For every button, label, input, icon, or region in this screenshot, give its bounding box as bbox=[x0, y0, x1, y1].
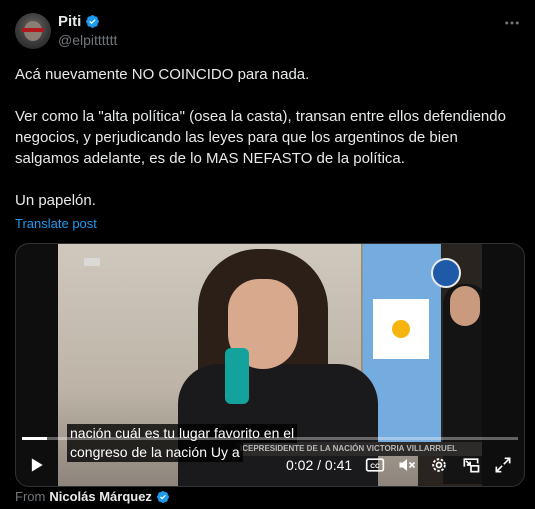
microphone-image bbox=[225, 348, 249, 404]
mute-icon[interactable] bbox=[397, 455, 417, 475]
progress-bar[interactable] bbox=[22, 437, 518, 440]
from-label: From bbox=[15, 489, 46, 504]
author-name-row: Piti bbox=[58, 13, 100, 30]
from-author-name[interactable]: Nicolás Márquez bbox=[49, 489, 152, 504]
video-time: 0:02 / 0:41 bbox=[286, 457, 353, 473]
video-controls: 0:02 / 0:41 CC bbox=[16, 450, 524, 480]
progress-fill bbox=[22, 437, 47, 440]
post-text: Acá nuevamente NO COINCIDO para nada. Ve… bbox=[15, 66, 506, 209]
verified-badge-icon bbox=[86, 15, 100, 28]
captions-icon[interactable]: CC bbox=[365, 455, 385, 475]
video-player[interactable]: ICEPRESIDENTE DE LA NACIÓN VICTORIA VILL… bbox=[15, 243, 525, 487]
verified-badge-icon bbox=[156, 490, 169, 503]
senado-logo bbox=[431, 258, 461, 288]
svg-text:CC: CC bbox=[370, 463, 380, 470]
from-attribution: From Nicolás Márquez bbox=[15, 489, 170, 504]
pip-icon[interactable] bbox=[461, 455, 481, 475]
play-icon[interactable] bbox=[26, 455, 46, 475]
caption-line-1: nación cuál es tu lugar favorito en el bbox=[67, 424, 298, 443]
translate-post-link[interactable]: Translate post bbox=[15, 216, 97, 231]
settings-icon[interactable] bbox=[429, 455, 449, 475]
more-icon[interactable] bbox=[503, 14, 521, 32]
author-avatar[interactable] bbox=[15, 13, 51, 49]
channel-logo bbox=[84, 258, 100, 266]
fullscreen-icon[interactable] bbox=[493, 455, 513, 475]
author-handle[interactable]: @elpitttttt bbox=[58, 32, 117, 48]
author-name[interactable]: Piti bbox=[58, 13, 81, 30]
